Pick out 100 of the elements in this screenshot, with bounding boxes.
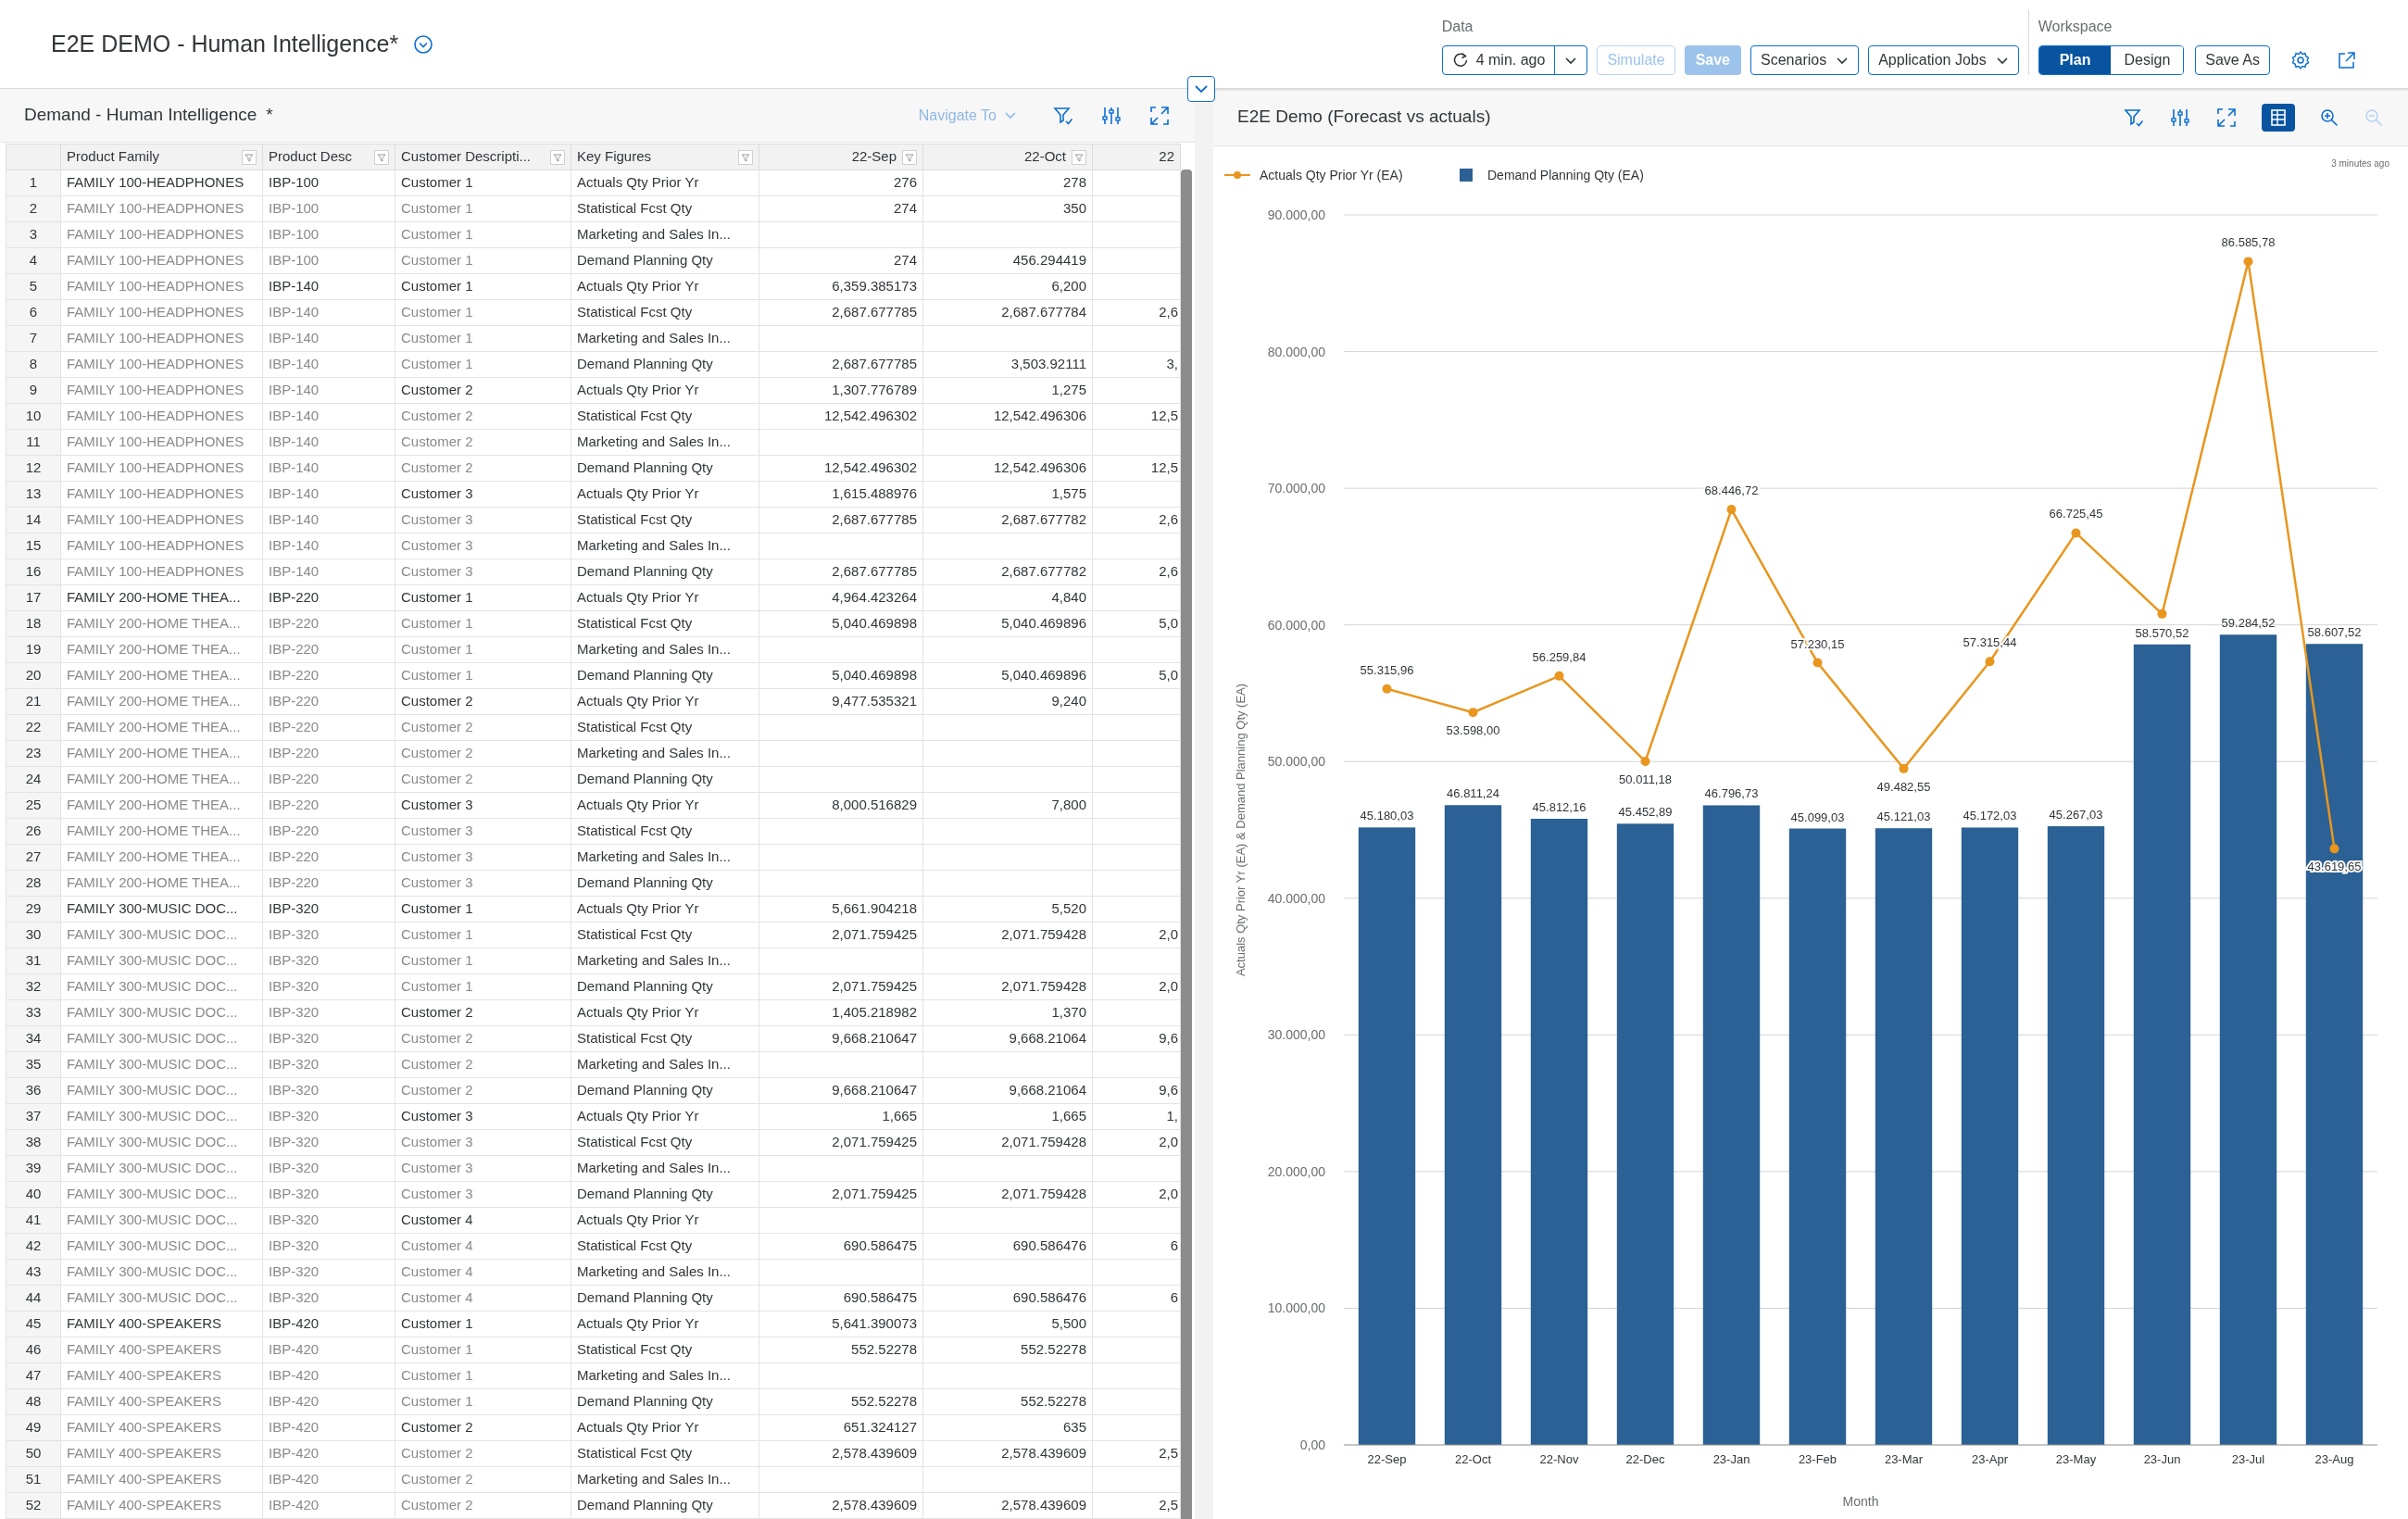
row-number: 32: [25, 978, 42, 995]
dimension-cell: FAMILY 300-MUSIC DOC...: [67, 978, 238, 995]
group-label: Workspace: [2038, 18, 2113, 36]
expand-icon[interactable]: [2215, 106, 2238, 129]
legend-square-icon: [1460, 169, 1473, 182]
dimension-cell: IBP-320: [269, 1030, 320, 1047]
row-number: 15: [25, 537, 42, 554]
value-cell: 5,0: [1159, 667, 1178, 684]
row-number: 16: [25, 563, 42, 580]
value-cell: 690.586475: [843, 1289, 917, 1306]
value-cell: 6: [1170, 1237, 1178, 1254]
row-number: 28: [25, 874, 42, 891]
data-point[interactable]: [1899, 763, 1909, 773]
row-number: 51: [25, 1471, 42, 1488]
column-header[interactable]: 22-Oct: [1024, 146, 1066, 168]
dimension-cell: IBP-320: [269, 978, 320, 995]
scrollbar[interactable]: [1181, 169, 1192, 1519]
data-point[interactable]: [2243, 257, 2253, 267]
expand-icon[interactable]: [1148, 104, 1171, 127]
data-label: 68.446,72: [1704, 483, 1759, 498]
bar[interactable]: [1702, 805, 1761, 1445]
x-tick-label: 22-Oct: [1455, 1452, 1491, 1466]
bar[interactable]: [1961, 827, 2019, 1445]
bar[interactable]: [2133, 644, 2191, 1445]
share-icon[interactable]: [2337, 50, 2357, 70]
settings-icon[interactable]: [2290, 50, 2311, 70]
value-cell: 552.52278: [1021, 1393, 1086, 1410]
bar[interactable]: [2305, 644, 2364, 1445]
dimension-cell: IBP-320: [269, 1160, 320, 1176]
data-point[interactable]: [2329, 844, 2339, 854]
page-title: E2E DEMO - Human Intelligence*: [51, 29, 399, 58]
bar[interactable]: [1444, 805, 1502, 1445]
chevron-circle-icon[interactable]: [413, 33, 434, 55]
menu-button[interactable]: Scenarios: [1750, 45, 1860, 75]
y-tick-label: 20.000,00: [1267, 1163, 1325, 1179]
legend-label: Demand Planning Qty (EA): [1487, 168, 1644, 182]
timestamp: 3 minutes ago: [2331, 158, 2389, 169]
row-number: 7: [29, 330, 38, 346]
data-point[interactable]: [1554, 671, 1564, 681]
dimension-cell: IBP-320: [269, 1108, 320, 1124]
bar[interactable]: [1788, 828, 1847, 1445]
data-point[interactable]: [1382, 684, 1392, 694]
dimension-cell: FAMILY 100-HEADPHONES: [67, 252, 245, 269]
value-cell: 12,5: [1150, 408, 1178, 424]
y-tick-label: 10.000,00: [1267, 1300, 1325, 1316]
y-axis-title: Actuals Qty Prior Yr (EA) & Demand Planning Qty (EA): [1234, 683, 1248, 977]
dimension-cell: Customer 4: [401, 1263, 473, 1280]
data-point[interactable]: [2071, 528, 2081, 538]
bar[interactable]: [2219, 634, 2277, 1445]
data-point[interactable]: [1812, 658, 1823, 668]
dimension-cell: IBP-220: [269, 771, 320, 787]
dimension-cell: Customer 2: [401, 1004, 473, 1021]
dimension-cell: IBP-320: [269, 1263, 320, 1280]
data-point[interactable]: [1985, 657, 1995, 667]
value-cell: 2,0: [1159, 1134, 1178, 1150]
row-number: 47: [25, 1367, 42, 1384]
key-figure-cell: Demand Planning Qty: [577, 1497, 713, 1513]
bar[interactable]: [1616, 823, 1674, 1445]
data-point[interactable]: [1726, 505, 1737, 515]
value-cell: 3,: [1166, 356, 1178, 372]
column-header[interactable]: 22: [1159, 146, 1174, 168]
table-view-button[interactable]: [2262, 103, 2295, 132]
dimension-cell: IBP-140: [269, 304, 320, 320]
row-number: 23: [25, 745, 42, 761]
bar[interactable]: [1530, 819, 1588, 1445]
key-figure-cell: Statistical Fcst Qty: [577, 511, 693, 528]
bar[interactable]: [1358, 827, 1416, 1445]
value-cell: 1,615.488976: [832, 485, 917, 502]
save-as-button[interactable]: Save As: [2195, 45, 2270, 75]
collapse-toggle-button[interactable]: [1187, 76, 1215, 102]
value-cell: 1,665: [1051, 1108, 1086, 1124]
key-figure-cell: Marketing and Sales In...: [577, 1367, 731, 1384]
data-point[interactable]: [2157, 609, 2167, 619]
value-cell: 9,6: [1159, 1030, 1178, 1047]
dimension-cell: IBP-420: [269, 1341, 320, 1358]
zoom-in-icon[interactable]: [2319, 107, 2339, 128]
y-tick-label: 40.000,00: [1267, 890, 1325, 906]
menu-button[interactable]: Application Jobs: [1868, 45, 2019, 75]
row-number: 8: [29, 356, 38, 372]
value-cell: 5,0: [1159, 615, 1178, 632]
bar[interactable]: [2047, 826, 2105, 1445]
data-point[interactable]: [1640, 757, 1650, 767]
value-cell: 2,687.677782: [1001, 511, 1086, 528]
dimension-cell: Customer 3: [401, 511, 473, 528]
key-figure-cell: Marketing and Sales In...: [577, 537, 731, 554]
value-cell: 9,6: [1159, 1082, 1178, 1098]
dimension-cell: IBP-220: [269, 797, 320, 813]
bar[interactable]: [1875, 828, 1933, 1445]
dimension-cell: FAMILY 300-MUSIC DOC...: [67, 1082, 238, 1098]
row-number: 30: [25, 926, 42, 943]
key-figure-cell: Demand Planning Qty: [577, 667, 713, 684]
value-cell: 2,6: [1159, 304, 1178, 320]
dimension-cell: IBP-100: [269, 252, 320, 269]
value-cell: 276: [893, 174, 917, 191]
key-figure-cell: Demand Planning Qty: [577, 1186, 713, 1202]
data-point[interactable]: [1468, 708, 1478, 718]
x-tick-label: 23-Aug: [2314, 1452, 2354, 1466]
dimension-cell: IBP-320: [269, 1211, 320, 1228]
mode-toggle-button[interactable]: Plan: [2038, 46, 2112, 74]
dimension-cell: Customer 2: [401, 459, 473, 476]
